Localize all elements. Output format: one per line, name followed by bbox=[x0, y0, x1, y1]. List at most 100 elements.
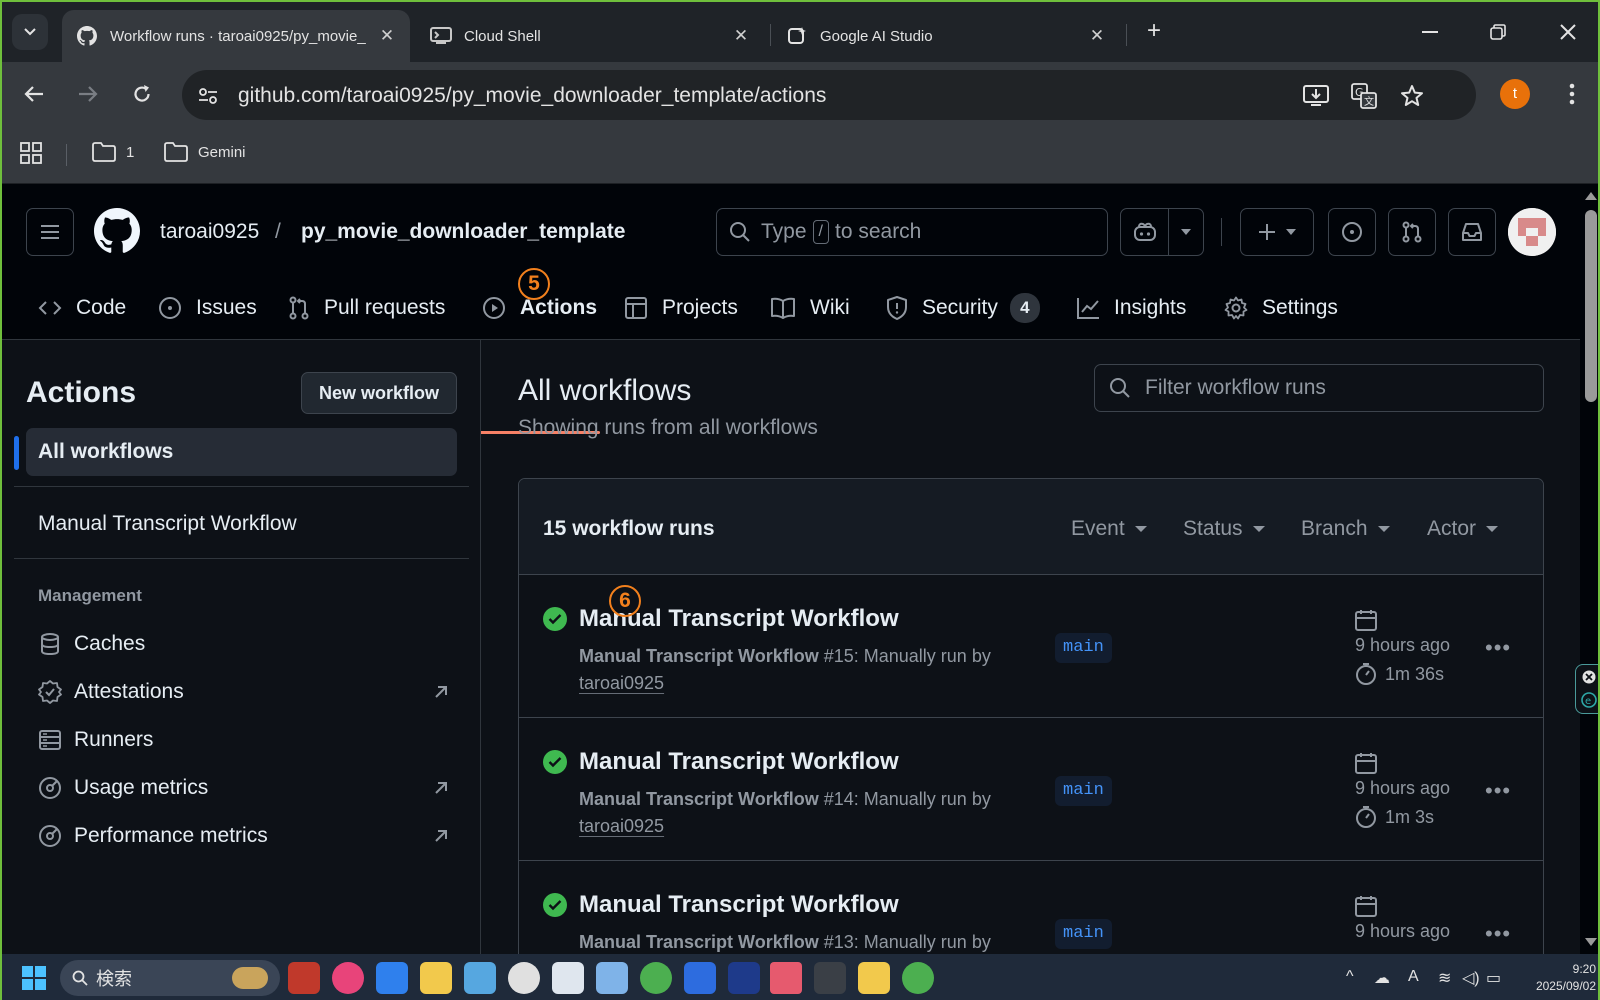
sidebar-item-workflow[interactable]: Manual Transcript Workflow bbox=[38, 512, 297, 536]
tab-security[interactable]: Security 4 bbox=[886, 286, 1040, 330]
slack-app-icon[interactable] bbox=[508, 962, 540, 994]
tab-close-icon[interactable]: ✕ bbox=[730, 26, 752, 46]
branch-filter[interactable]: Branch bbox=[1301, 517, 1390, 541]
browser-menu-button[interactable] bbox=[1558, 80, 1586, 108]
sidebar-item-caches[interactable]: Caches bbox=[38, 628, 448, 660]
extension-side-widget[interactable]: e bbox=[1575, 664, 1598, 714]
tab-code[interactable]: Code bbox=[38, 286, 126, 330]
run-menu-button[interactable]: ••• bbox=[1485, 778, 1511, 804]
wifi-icon[interactable]: ≋ bbox=[1438, 968, 1451, 988]
scrollbar-thumb[interactable] bbox=[1585, 210, 1597, 402]
page-scrollbar[interactable] bbox=[1580, 184, 1598, 954]
new-tab-button[interactable]: + bbox=[1138, 16, 1170, 48]
tab-search-button[interactable] bbox=[12, 14, 48, 50]
tab-wiki[interactable]: Wiki bbox=[770, 286, 850, 330]
status-filter[interactable]: Status bbox=[1183, 517, 1265, 541]
forward-button[interactable] bbox=[70, 76, 106, 112]
user-avatar[interactable] bbox=[1508, 208, 1556, 256]
global-nav-menu-button[interactable] bbox=[26, 208, 74, 256]
profile-avatar[interactable]: t bbox=[1500, 79, 1530, 109]
run-title-link[interactable]: Manual Transcript Workflow bbox=[579, 891, 899, 919]
onedrive-icon[interactable]: ☁ bbox=[1374, 968, 1390, 988]
translate-icon[interactable]: G文 bbox=[1350, 82, 1378, 110]
issues-button[interactable] bbox=[1328, 208, 1376, 256]
back-button[interactable] bbox=[16, 76, 52, 112]
install-app-icon[interactable] bbox=[1302, 82, 1330, 110]
run-title-link[interactable]: Manual Transcript Workflow bbox=[579, 748, 899, 776]
tab-label: Issues bbox=[196, 296, 257, 319]
reload-button[interactable] bbox=[124, 76, 160, 112]
run-menu-button[interactable]: ••• bbox=[1485, 635, 1511, 661]
volume-icon[interactable]: ◁) bbox=[1462, 968, 1480, 988]
tab-settings[interactable]: Settings bbox=[1224, 286, 1338, 330]
sidebar-item-all-workflows[interactable]: All workflows bbox=[26, 428, 457, 476]
chrome-profile-app-icon[interactable] bbox=[902, 962, 934, 994]
music-app-icon[interactable] bbox=[332, 962, 364, 994]
site-info-icon[interactable] bbox=[194, 82, 222, 110]
sidebar-item-performance-metrics[interactable]: Performance metrics bbox=[38, 820, 448, 852]
tab-workflow-runs[interactable]: Workflow runs · taroai0925/py_movie_ ✕ bbox=[62, 10, 410, 62]
tab-issues[interactable]: Issues bbox=[158, 286, 257, 330]
branch-label[interactable]: main bbox=[1055, 776, 1112, 806]
close-window-button[interactable] bbox=[1548, 14, 1588, 50]
bookmark-folder-gemini[interactable]: Gemini bbox=[164, 142, 246, 162]
tab-cloud-shell[interactable]: Cloud Shell ✕ bbox=[416, 10, 764, 62]
event-filter[interactable]: Event bbox=[1071, 517, 1147, 541]
folder-app-icon[interactable] bbox=[858, 962, 890, 994]
run-menu-button[interactable]: ••• bbox=[1485, 921, 1511, 947]
copilot-dropdown-button[interactable] bbox=[1169, 209, 1203, 255]
minimize-button[interactable] bbox=[1410, 14, 1450, 50]
active-app-icon[interactable] bbox=[770, 962, 802, 994]
apps-button[interactable] bbox=[20, 142, 52, 164]
battery-icon[interactable]: ▭ bbox=[1486, 968, 1501, 988]
issue-opened-icon bbox=[159, 297, 181, 319]
repo-owner-link[interactable]: taroai0925 bbox=[160, 220, 259, 244]
search-input[interactable]: Type / to search bbox=[716, 208, 1108, 256]
sidebar-item-usage-metrics[interactable]: Usage metrics bbox=[38, 772, 448, 804]
github-header: taroai0925 / py_movie_downloader_templat… bbox=[2, 184, 1580, 434]
search-placeholder-prefix: Type bbox=[761, 220, 807, 243]
tab-pull-requests[interactable]: Pull requests bbox=[288, 286, 445, 330]
tab-close-icon[interactable]: ✕ bbox=[1086, 26, 1108, 46]
actor-filter[interactable]: Actor bbox=[1427, 517, 1499, 541]
terminal-app-icon[interactable] bbox=[814, 962, 846, 994]
repo-name-link[interactable]: py_movie_downloader_template bbox=[301, 220, 625, 244]
notepad-app-icon[interactable] bbox=[596, 962, 628, 994]
pull-requests-button[interactable] bbox=[1388, 208, 1436, 256]
chrome-app-icon[interactable] bbox=[640, 962, 672, 994]
list-item[interactable]: Manual Transcript Workflow Manual Transc… bbox=[519, 718, 1543, 861]
branch-label[interactable]: main bbox=[1055, 633, 1112, 663]
sidebar-item-runners[interactable]: Runners bbox=[38, 724, 448, 756]
filter-workflow-runs-input[interactable]: Filter workflow runs bbox=[1094, 364, 1544, 412]
tab-insights[interactable]: Insights bbox=[1076, 286, 1186, 330]
remote-desktop-app-icon[interactable] bbox=[464, 962, 496, 994]
taskbar-search[interactable]: 検索 bbox=[60, 960, 280, 996]
taskbar-clock[interactable]: 9:20 2025/09/02 bbox=[1508, 961, 1596, 995]
github-logo-icon[interactable] bbox=[94, 208, 140, 259]
run-actor-link[interactable]: taroai0925 bbox=[579, 673, 664, 693]
tray-overflow-icon[interactable]: ^ bbox=[1346, 968, 1354, 986]
ime-indicator[interactable]: A bbox=[1408, 968, 1419, 986]
inbox-button[interactable] bbox=[1448, 208, 1496, 256]
bookmark-folder-1[interactable]: 1 bbox=[92, 142, 134, 162]
address-bar[interactable]: github.com/taroai0925/py_movie_downloade… bbox=[182, 70, 1476, 120]
branch-label[interactable]: main bbox=[1055, 919, 1112, 949]
tab-projects[interactable]: Projects bbox=[624, 286, 738, 330]
file-explorer-app-icon[interactable] bbox=[420, 962, 452, 994]
windows-start-icon[interactable] bbox=[22, 966, 46, 990]
restore-button[interactable] bbox=[1478, 14, 1518, 50]
run-actor-link[interactable]: taroai0925 bbox=[579, 816, 664, 836]
sidebar-item-attestations[interactable]: Attestations bbox=[38, 676, 448, 708]
list-item[interactable]: Manual Transcript Workflow 6 Manual Tran… bbox=[519, 575, 1543, 718]
copilot-button[interactable] bbox=[1121, 209, 1169, 255]
capture-app-icon[interactable] bbox=[552, 962, 584, 994]
winrar-app-icon[interactable] bbox=[288, 962, 320, 994]
tab-google-ai-studio[interactable]: Google AI Studio ✕ bbox=[772, 10, 1120, 62]
new-workflow-button[interactable]: New workflow bbox=[301, 372, 457, 414]
bookmark-star-icon[interactable] bbox=[1398, 82, 1426, 110]
create-new-button[interactable] bbox=[1240, 208, 1314, 256]
power-automate-app-icon[interactable] bbox=[684, 962, 716, 994]
vscode-app-icon[interactable] bbox=[376, 962, 408, 994]
tab-close-icon[interactable]: ✕ bbox=[376, 26, 398, 46]
g-app-icon[interactable] bbox=[728, 962, 760, 994]
